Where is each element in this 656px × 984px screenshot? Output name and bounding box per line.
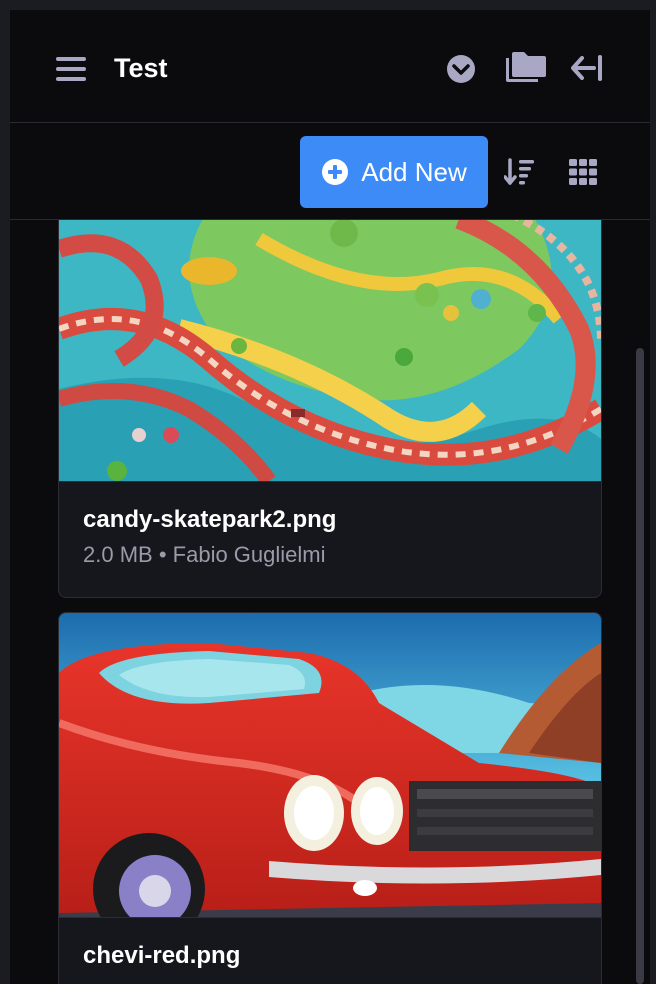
file-card[interactable]: candy-skatepark2.png 2.0 MB • Fabio Gugl… bbox=[58, 220, 602, 598]
file-list[interactable]: candy-skatepark2.png 2.0 MB • Fabio Gugl… bbox=[10, 220, 650, 984]
file-name: candy-skatepark2.png bbox=[83, 506, 337, 533]
file-name: chevi-red.png bbox=[83, 942, 241, 969]
meta-separator: • bbox=[158, 542, 167, 567]
header: Test bbox=[10, 10, 650, 123]
file-size: 2.0 MB bbox=[83, 542, 153, 567]
toolbar: Add New bbox=[10, 123, 650, 220]
file-meta: chevi-red.png bbox=[59, 917, 601, 972]
collapse-left-icon[interactable] bbox=[570, 54, 604, 82]
sort-descending-icon[interactable] bbox=[503, 157, 536, 187]
file-meta: candy-skatepark2.png 2.0 MB • Fabio Gugl… bbox=[59, 481, 601, 570]
scrollbar[interactable] bbox=[636, 220, 646, 984]
file-thumbnail bbox=[59, 613, 601, 917]
plus-circle-icon bbox=[321, 158, 349, 186]
app-window: Test Add New candy-skatepark2.png 2.0 MB… bbox=[10, 10, 650, 984]
file-details: 2.0 MB • Fabio Guglielmi bbox=[83, 540, 577, 570]
scrollbar-thumb[interactable] bbox=[636, 348, 644, 984]
add-new-button[interactable]: Add New bbox=[300, 136, 488, 208]
file-author: Fabio Guglielmi bbox=[172, 542, 326, 567]
chevron-down-circle-icon[interactable] bbox=[446, 54, 476, 84]
file-card[interactable]: chevi-red.png bbox=[58, 612, 602, 984]
menu-icon[interactable] bbox=[54, 54, 88, 84]
add-new-label: Add New bbox=[361, 156, 467, 187]
file-thumbnail bbox=[59, 220, 601, 481]
page-title: Test bbox=[114, 53, 168, 83]
folders-icon[interactable] bbox=[504, 50, 548, 84]
grid-view-icon[interactable] bbox=[568, 158, 598, 186]
